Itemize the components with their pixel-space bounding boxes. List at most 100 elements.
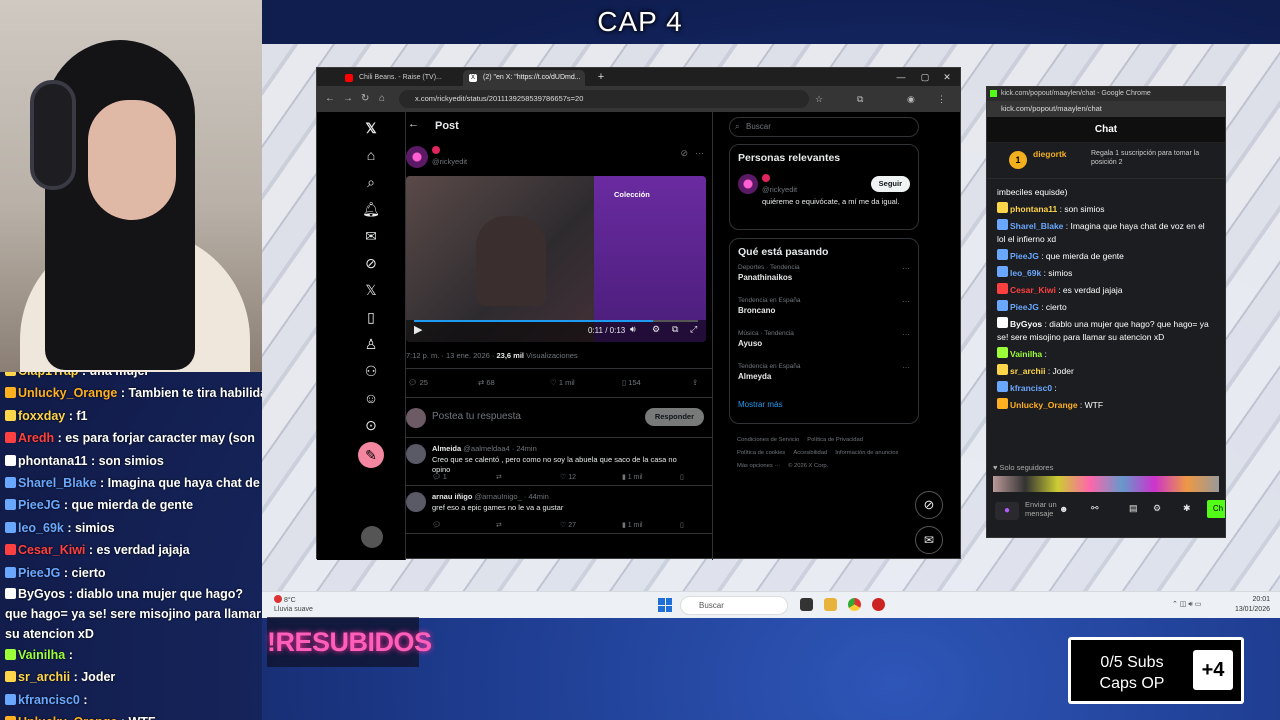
author-handle[interactable]: @rickyedit xyxy=(432,157,467,166)
system-tray-icons[interactable]: ⌃ ◫ 🔊︎ ▭ xyxy=(1172,600,1232,609)
obs-icon[interactable] xyxy=(872,598,885,611)
reply-like-action[interactable]: ♡ 12 xyxy=(560,473,576,481)
home-browser-icon[interactable]: ⌂ xyxy=(379,91,385,107)
account-avatar[interactable] xyxy=(361,526,383,548)
kick-username[interactable]: sr_archii xyxy=(1010,366,1045,376)
reply-reply-action[interactable]: 💬︎ 1 xyxy=(432,474,447,481)
address-bar[interactable]: x.com/rickyedit/status/20111392585397866… xyxy=(399,90,809,108)
grok-icon[interactable]: ⊘ xyxy=(361,253,381,273)
kick-username[interactable]: leo_69k xyxy=(1010,268,1041,278)
profile-icon[interactable]: ☺ xyxy=(361,388,381,408)
relevant-handle[interactable]: @rickyedit xyxy=(762,185,797,194)
reply-avatar[interactable] xyxy=(406,492,426,512)
grok-float-icon[interactable]: ⊘ xyxy=(915,491,943,519)
footer-link[interactable]: Más opciones ··· xyxy=(737,460,780,473)
kick-username[interactable]: PieeJG xyxy=(1010,302,1039,312)
trend-more-icon[interactable]: ··· xyxy=(902,297,910,306)
share-icon[interactable]: ⇪ xyxy=(692,378,698,387)
store-icon[interactable]: ▤ xyxy=(1129,503,1138,514)
relevant-avatar[interactable] xyxy=(738,174,758,194)
more-icon[interactable]: ⊙ xyxy=(361,415,381,435)
back-arrow-icon[interactable]: ← xyxy=(408,118,419,130)
start-button[interactable] xyxy=(658,598,672,612)
pinned-user[interactable]: diegortk xyxy=(1033,149,1067,159)
x-search-box[interactable]: ⌕ Buscar xyxy=(729,117,919,137)
footer-link[interactable]: Política de Privacidad xyxy=(807,434,863,447)
post-video[interactable]: Colección ▶ 0:11 / 0:13 🔊︎ ⚙ ⧉ ⤢ xyxy=(406,176,706,342)
kick-username[interactable]: PieeJG xyxy=(1010,251,1039,261)
chat-settings-icon[interactable]: ⚙ xyxy=(1153,503,1161,514)
connect-icon[interactable]: ⚯ xyxy=(1091,503,1099,514)
reply-input[interactable]: Postea tu respuesta xyxy=(432,411,521,422)
trend-more-icon[interactable]: ··· xyxy=(902,330,910,339)
post-compose-button[interactable]: ✎ xyxy=(358,442,384,468)
reply-avatar[interactable] xyxy=(406,444,426,464)
x-premium-icon[interactable]: 𝕏 xyxy=(361,280,381,300)
bookmark-action[interactable]: ▯ 154 xyxy=(622,378,641,387)
bookmarks-icon[interactable]: ▯ xyxy=(361,307,381,327)
communities-icon[interactable]: ⚇ xyxy=(361,361,381,381)
kick-username[interactable]: kfrancisc0 xyxy=(1010,383,1052,393)
trend-more-icon[interactable]: ··· xyxy=(902,264,910,273)
weather-widget[interactable]: 8°C Lluvia suave xyxy=(274,595,313,614)
trend-item[interactable]: Tendencia en España Broncano ··· xyxy=(738,297,910,330)
kick-username[interactable]: Sharel_Blake xyxy=(1010,221,1063,231)
chat-send-button[interactable]: Ch xyxy=(1207,500,1225,518)
footer-link[interactable]: © 2026 X Corp. xyxy=(788,460,828,473)
kick-username[interactable]: Unlucky_Orange xyxy=(1010,400,1078,410)
tab-x-post[interactable]: X (2) "en X: "https://t.co/dUDmd... xyxy=(463,70,585,86)
close-window-button[interactable]: ✕ xyxy=(936,70,958,84)
taskbar-search[interactable]: Buscar xyxy=(680,596,788,615)
reply-button[interactable]: Responder xyxy=(644,408,704,426)
reply-bookmark-icon[interactable]: ▯ xyxy=(680,521,684,529)
emote-bar[interactable] xyxy=(993,476,1219,492)
emoji-icon[interactable]: ☻ xyxy=(1059,504,1068,514)
footer-link[interactable]: Política de cookies xyxy=(737,447,785,460)
trend-more-icon[interactable]: ··· xyxy=(902,363,910,372)
notifications-icon[interactable]: 🔔︎ xyxy=(361,199,381,219)
footer-link[interactable]: Accesibilidad xyxy=(793,447,827,460)
reload-icon[interactable]: ↻ xyxy=(361,91,369,107)
like-action[interactable]: ♡ 1 mil xyxy=(550,378,575,387)
extension-icon[interactable]: ✱ xyxy=(1183,503,1191,514)
tab-youtube[interactable]: Chili Beans. - Raise (TV)... xyxy=(339,70,461,86)
reply-action[interactable]: 💬︎ 25 xyxy=(408,378,428,387)
grok-explain-icon[interactable]: ⊘ xyxy=(680,148,688,159)
bookmark-star-icon[interactable]: ☆ xyxy=(815,91,823,107)
trend-item[interactable]: Deportes · Tendencia Panathinaikos ··· xyxy=(738,264,910,297)
messages-icon[interactable]: ✉ xyxy=(361,226,381,246)
maximize-button[interactable]: ▢ xyxy=(914,70,936,84)
home-icon[interactable]: ⌂ xyxy=(361,145,381,165)
reply-bookmark-icon[interactable]: ▯ xyxy=(680,473,684,481)
profile-browser-icon[interactable]: ◉ xyxy=(907,91,915,107)
reply-name[interactable]: Almeida xyxy=(432,444,461,453)
repost-action[interactable]: ⇄ 68 xyxy=(478,378,495,387)
reply-repost-action[interactable]: ⇄ xyxy=(496,473,502,481)
browser-menu-icon[interactable]: ⋮ xyxy=(937,91,946,107)
search-icon[interactable]: ⌕ xyxy=(361,172,381,192)
reply-reply-action[interactable]: 💬︎ xyxy=(432,522,441,529)
footer-link[interactable]: Información de anuncios xyxy=(835,447,898,460)
file-explorer-icon[interactable] xyxy=(824,598,837,611)
trend-item[interactable]: Tendencia en España Almeyda ··· xyxy=(738,363,910,396)
settings-icon[interactable]: ⚙ xyxy=(652,324,660,335)
show-more-link[interactable]: Mostrar más xyxy=(738,400,910,409)
author-avatar[interactable] xyxy=(406,146,428,168)
kick-username[interactable]: phontana11 xyxy=(1010,204,1057,214)
kick-address-bar[interactable]: kick.com/popout/maaylen/chat xyxy=(987,101,1225,117)
mic-icon[interactable]: ● xyxy=(995,502,1019,520)
new-tab-button[interactable]: + xyxy=(590,70,612,84)
clock[interactable]: 20:01 13/01/2026 xyxy=(1235,595,1270,615)
reply-item[interactable]: arnau iñigo @arnauInigo_ · 44min gref eso… xyxy=(406,486,712,534)
follow-button[interactable]: Seguir xyxy=(870,176,910,192)
messages-float-icon[interactable]: ✉ xyxy=(915,526,943,554)
task-view-icon[interactable] xyxy=(800,598,813,611)
jobs-icon[interactable]: ♙ xyxy=(361,334,381,354)
kick-username[interactable]: ByGyos xyxy=(1010,319,1042,329)
post-more-icon[interactable]: ··· xyxy=(695,148,704,158)
extensions-icon[interactable]: ⧉ xyxy=(857,91,863,107)
chrome-icon[interactable] xyxy=(848,598,861,611)
reply-repost-action[interactable]: ⇄ xyxy=(496,521,502,529)
post-author[interactable]: @rickyedit ⊘ ··· xyxy=(406,142,712,176)
volume-icon[interactable]: 🔊︎ xyxy=(630,324,636,335)
